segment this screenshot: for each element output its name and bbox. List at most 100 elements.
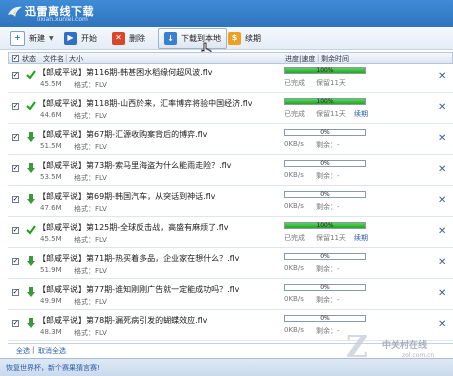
renew-link[interactable]: 续期	[354, 233, 368, 243]
progress-percent: 0%	[320, 160, 330, 167]
progress-bar: 0%	[284, 160, 366, 167]
task-row[interactable]: ✓ 【郎咸平说】第77期-谁知刚刚广告就一定能成功吗？.flv 49.9M 格式…	[8, 281, 453, 310]
select-all-checkbox[interactable]: ✓	[12, 55, 19, 62]
remaining-text: 剩余：-	[316, 265, 340, 273]
download-local-button[interactable]: ↓ 下载到本地	[158, 28, 227, 49]
task-row[interactable]: ✓ 【郎咸平说】第71期-热买着多品，企业家在想什么？.flv 51.9M 格式…	[8, 250, 453, 279]
play-icon: ▶	[64, 31, 77, 45]
delete-icon: ✕	[112, 31, 125, 45]
remaining-text: 剩余：-	[316, 172, 340, 180]
file-format: 格式：FLV	[74, 112, 107, 120]
watermark-url: zol.com.cn	[402, 352, 435, 359]
progress-bar: 0%	[284, 129, 366, 136]
task-row[interactable]: ✓ 【郎咸平说】第118期-山西於来，汇率博弈将验中国经济.flv 44.6M …	[8, 95, 453, 124]
new-button[interactable]: + 新建 ▼	[10, 29, 54, 47]
deselect-all-link[interactable]: 取消全选	[38, 346, 66, 356]
task-row[interactable]: ✓ 【郎咸平说】第69期-韩国汽车，从突话到神话.flv 47.6M 格式：FL…	[8, 188, 453, 217]
task-row[interactable]: ✓ 【郎咸平说】第125期-全球反击战，高盛有麻烦了.flv 45.5M 格式：…	[8, 219, 453, 248]
col-separator: |	[65, 54, 68, 62]
close-icon[interactable]: ✕	[438, 196, 446, 206]
new-label: 新建	[29, 33, 45, 43]
file-size: 53.5M	[40, 173, 62, 181]
check-icon	[26, 225, 36, 235]
thunder-bird-icon	[8, 6, 22, 17]
close-icon[interactable]: ✕	[438, 165, 446, 175]
progress-percent: 100%	[316, 98, 334, 105]
file-format: 格式：FLV	[74, 329, 107, 337]
progress-bar: 100%	[284, 67, 366, 74]
file-name: 【郎咸平说】第116期-韩甚困水稻缘何超风波.flv	[38, 68, 213, 77]
app-subtitle: lixian.xunlei.com	[37, 16, 88, 23]
new-icon: +	[10, 30, 25, 46]
file-name: 【郎咸平说】第77期-谁知刚刚广告就一定能成功吗？.flv	[38, 285, 240, 294]
task-row[interactable]: ✓ 【郎咸平说】第116期-韩甚困水稻缘何超风波.flv 45.5M 格式：FL…	[8, 64, 453, 93]
progress-percent: 0%	[320, 315, 330, 322]
down-arrow-icon	[27, 132, 35, 142]
file-name: 【郎咸平说】第118期-山西於来，汇率博弈将验中国经济.flv	[38, 99, 253, 108]
col-size[interactable]: 大小	[69, 54, 83, 64]
file-size: 51.9M	[40, 266, 62, 274]
check-icon	[26, 101, 36, 111]
speed-text: 0KB/s	[284, 140, 304, 148]
speed-text: 0KB/s	[284, 171, 304, 179]
task-row[interactable]: ✓ 【郎咸平说】第73期-索马里海盗为什么能雨走险？.flv 53.5M 格式：…	[8, 157, 453, 186]
row-checkbox[interactable]: ✓	[12, 196, 19, 203]
col-separator-2: |	[317, 54, 320, 62]
file-format: 格式：FLV	[74, 81, 107, 89]
remaining-text: 保留11天	[316, 110, 346, 118]
file-format: 格式：FLV	[74, 236, 107, 244]
row-checkbox[interactable]: ✓	[12, 72, 19, 79]
chevron-down-icon[interactable]: ▼	[49, 35, 54, 42]
speed-text: 已完成	[284, 234, 305, 242]
delete-button[interactable]: ✕ 删除	[112, 29, 145, 47]
close-icon[interactable]: ✕	[438, 103, 446, 113]
row-checkbox[interactable]: ✓	[12, 134, 19, 141]
col-filename[interactable]: 文件名	[43, 54, 64, 64]
down-arrow-icon	[27, 256, 35, 266]
close-icon[interactable]: ✕	[438, 258, 446, 268]
file-name: 【郎咸平说】第125期-全球反击战，高盛有麻烦了.flv	[38, 223, 229, 232]
select-all-link[interactable]: 全选	[16, 346, 30, 356]
row-checkbox[interactable]: ✓	[12, 165, 19, 172]
col-progress-speed[interactable]: 进度|速度	[285, 54, 315, 64]
file-format: 格式：FLV	[74, 205, 107, 213]
progress-percent: 0%	[320, 253, 330, 260]
renew-button[interactable]: $ 续期	[228, 29, 261, 47]
row-checkbox[interactable]: ✓	[12, 258, 19, 265]
close-icon[interactable]: ✕	[438, 72, 446, 82]
file-name: 【郎咸平说】第71期-热买着多品，企业家在想什么？.flv	[38, 254, 240, 263]
down-arrow-icon	[27, 318, 35, 328]
file-name: 【郎咸平说】第67期-汇源收购案背后的博弈.flv	[38, 130, 208, 139]
app-header: 迅雷离线下载 lixian.xunlei.com	[0, 0, 453, 27]
col-status[interactable]: 状态	[22, 54, 36, 64]
start-button[interactable]: ▶ 开始	[64, 29, 97, 47]
close-icon[interactable]: ✕	[438, 134, 446, 144]
row-checkbox[interactable]: ✓	[12, 103, 19, 110]
close-icon[interactable]: ✕	[438, 320, 446, 330]
row-checkbox[interactable]: ✓	[12, 289, 19, 296]
close-icon[interactable]: ✕	[438, 289, 446, 299]
down-arrow-icon	[27, 163, 35, 173]
row-checkbox[interactable]: ✓	[12, 227, 19, 234]
close-icon[interactable]: ✕	[438, 227, 446, 237]
delete-label: 删除	[129, 33, 145, 43]
progress-percent: 0%	[320, 191, 330, 198]
file-name: 【郎咸平说】第73期-索马里海盗为什么能雨走险？.flv	[38, 161, 232, 170]
file-size: 51.5M	[40, 142, 62, 150]
download-icon: ↓	[164, 32, 177, 45]
col-remaining[interactable]: 剩余时间	[321, 54, 349, 64]
remaining-text: 剩余：-	[316, 203, 340, 211]
file-size: 44.6M	[40, 111, 62, 119]
task-row[interactable]: ✓ 【郎咸平说】第67期-汇源收购案背后的博弈.flv 51.5M 格式：FLV…	[8, 126, 453, 155]
row-checkbox[interactable]: ✓	[12, 320, 19, 327]
task-row[interactable]: ✓ 【郎咸平说】第78期-漏死病引发的蝴蝶效应.flv 48.3M 格式：FLV…	[8, 312, 453, 341]
status-message-link[interactable]: 恢复世界杯，新个赛果猜言赛!	[6, 363, 100, 373]
watermark-z-logo: Z	[346, 330, 368, 365]
renew-link[interactable]: 续期	[354, 109, 368, 119]
app-logo: 迅雷离线下载 lixian.xunlei.com	[7, 3, 101, 23]
down-arrow-icon	[27, 287, 35, 297]
file-name: 【郎咸平说】第78期-漏死病引发的蝴蝶效应.flv	[38, 316, 208, 325]
progress-bar: 100%	[284, 98, 366, 105]
remaining-text: 剩余：-	[316, 327, 340, 335]
file-size: 45.5M	[40, 80, 62, 88]
